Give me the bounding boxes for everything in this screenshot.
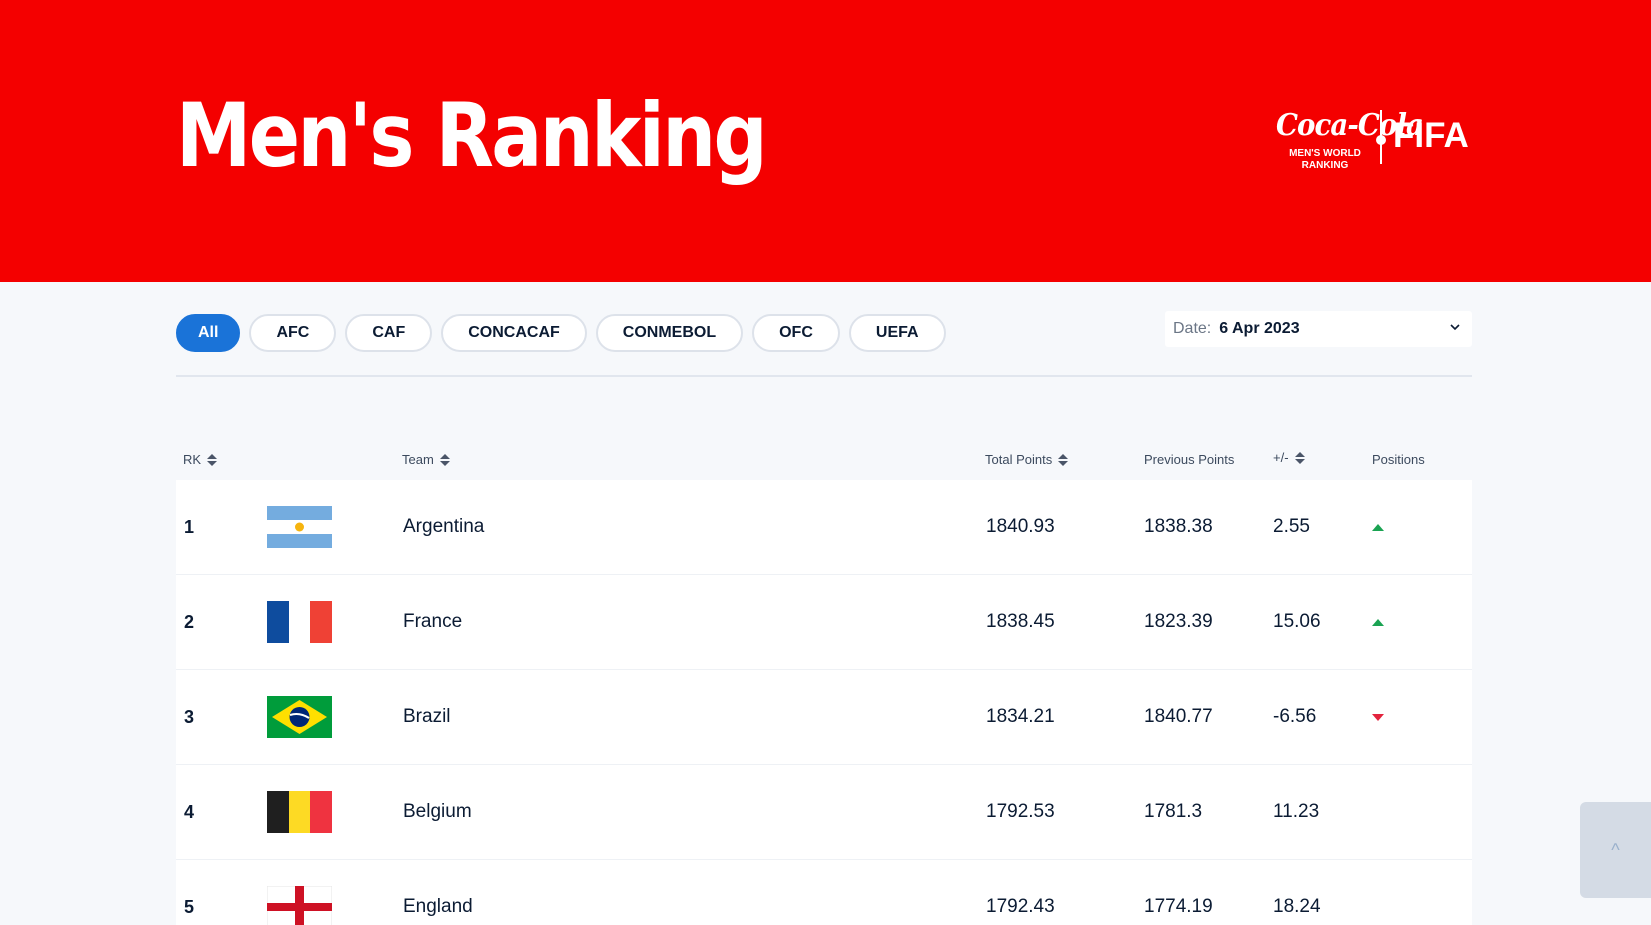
logo-subtitle-line2: RANKING — [1301, 160, 1349, 171]
table-header: RK Team Total Points Previous Points +/-… — [176, 450, 1472, 474]
date-label: Date: — [1173, 320, 1212, 337]
table-row[interactable]: 1 Argentina 1840.93 1838.38 2.55 — [176, 480, 1472, 575]
belgium-flag-icon — [267, 791, 332, 833]
team-name-link[interactable]: Belgium — [403, 765, 472, 859]
column-header-rank[interactable]: RK — [183, 452, 218, 467]
logo-divider-dot — [1376, 135, 1386, 145]
table-row[interactable]: 4 Belgium 1792.53 1781.3 11.23 — [176, 765, 1472, 860]
caret-up-icon: ^ — [1611, 839, 1620, 860]
previous-points: 1840.77 — [1144, 706, 1213, 727]
rank-cell: 2 — [184, 611, 195, 632]
points-diff: 11.23 — [1273, 801, 1320, 822]
column-header-diff[interactable]: +/- — [1273, 450, 1305, 465]
france-flag-icon — [267, 601, 332, 643]
scroll-to-top-button[interactable]: ^ — [1580, 802, 1651, 898]
table-row[interactable]: 2 France 1838.45 1823.39 15.06 — [176, 575, 1472, 670]
sort-icon — [439, 453, 450, 466]
previous-points: 1781.3 — [1144, 801, 1203, 822]
rank-cell: 1 — [184, 516, 195, 537]
england-flag-icon — [267, 886, 332, 925]
logo-subtitle-line1: MEN'S WORLD — [1289, 148, 1361, 159]
sort-icon — [1058, 453, 1069, 466]
fifa-logo-text: FIFA — [1393, 116, 1469, 155]
team-name-link[interactable]: Argentina — [403, 480, 484, 574]
argentina-flag-icon — [267, 506, 332, 548]
position-down-icon — [1372, 713, 1384, 721]
hero-banner: Men's Ranking Coca-Cola MEN'S WORLD RANK… — [0, 0, 1651, 282]
total-points: 1840.93 — [986, 516, 1055, 537]
rank-cell: 4 — [184, 801, 195, 822]
team-name-link[interactable]: England — [403, 860, 473, 925]
ranking-logo[interactable]: Coca-Cola MEN'S WORLD RANKING FIFA — [1272, 108, 1472, 174]
filter-conmebol[interactable]: CONMEBOL — [595, 314, 744, 352]
filter-uefa[interactable]: UEFA — [848, 314, 946, 352]
column-header-previous-points: Previous Points — [1144, 452, 1235, 467]
position-up-icon — [1372, 618, 1384, 626]
date-dropdown[interactable]: Date: 6 Apr 2023 — [1165, 311, 1472, 347]
previous-points: 1823.39 — [1144, 611, 1213, 632]
table-row[interactable]: 3 Brazil 1834.21 1840.77 -6.56 — [176, 670, 1472, 765]
filters-divider — [176, 375, 1472, 377]
sort-icon — [1294, 451, 1305, 464]
previous-points: 1838.38 — [1144, 516, 1213, 537]
filter-concacaf[interactable]: CONCACAF — [441, 314, 587, 352]
column-header-positions: Positions — [1372, 452, 1425, 467]
points-diff: 15.06 — [1273, 611, 1321, 632]
filter-all[interactable]: All — [176, 314, 241, 352]
filter-ofc[interactable]: OFC — [752, 314, 840, 352]
confederation-filters: All AFC CAF CONCACAF CONMEBOL OFC UEFA — [176, 314, 946, 352]
team-name-link[interactable]: France — [403, 575, 462, 669]
chevron-down-icon — [1450, 320, 1460, 334]
points-diff: 2.55 — [1273, 516, 1310, 537]
total-points: 1838.45 — [986, 611, 1055, 632]
points-diff: -6.56 — [1273, 706, 1317, 727]
points-diff: 18.24 — [1273, 896, 1321, 917]
column-header-team[interactable]: Team — [402, 452, 450, 467]
total-points: 1834.21 — [986, 706, 1055, 727]
filter-afc[interactable]: AFC — [249, 314, 337, 352]
column-header-total-points[interactable]: Total Points — [985, 452, 1069, 467]
page-title: Men's Ranking — [176, 84, 768, 187]
filter-caf[interactable]: CAF — [345, 314, 433, 352]
position-up-icon — [1372, 523, 1384, 531]
ranking-table-body: 1 Argentina 1840.93 1838.38 2.55 2 Franc… — [176, 480, 1472, 925]
table-row[interactable]: 5 England 1792.43 1774.19 18.24 — [176, 860, 1472, 925]
team-name-link[interactable]: Brazil — [403, 670, 451, 764]
total-points: 1792.53 — [986, 801, 1055, 822]
previous-points: 1774.19 — [1144, 896, 1213, 917]
date-value: 6 Apr 2023 — [1219, 320, 1300, 337]
brazil-flag-icon — [267, 696, 332, 738]
total-points: 1792.43 — [986, 896, 1055, 917]
sort-icon — [207, 453, 218, 466]
rank-cell: 3 — [184, 706, 195, 727]
rank-cell: 5 — [184, 896, 195, 917]
